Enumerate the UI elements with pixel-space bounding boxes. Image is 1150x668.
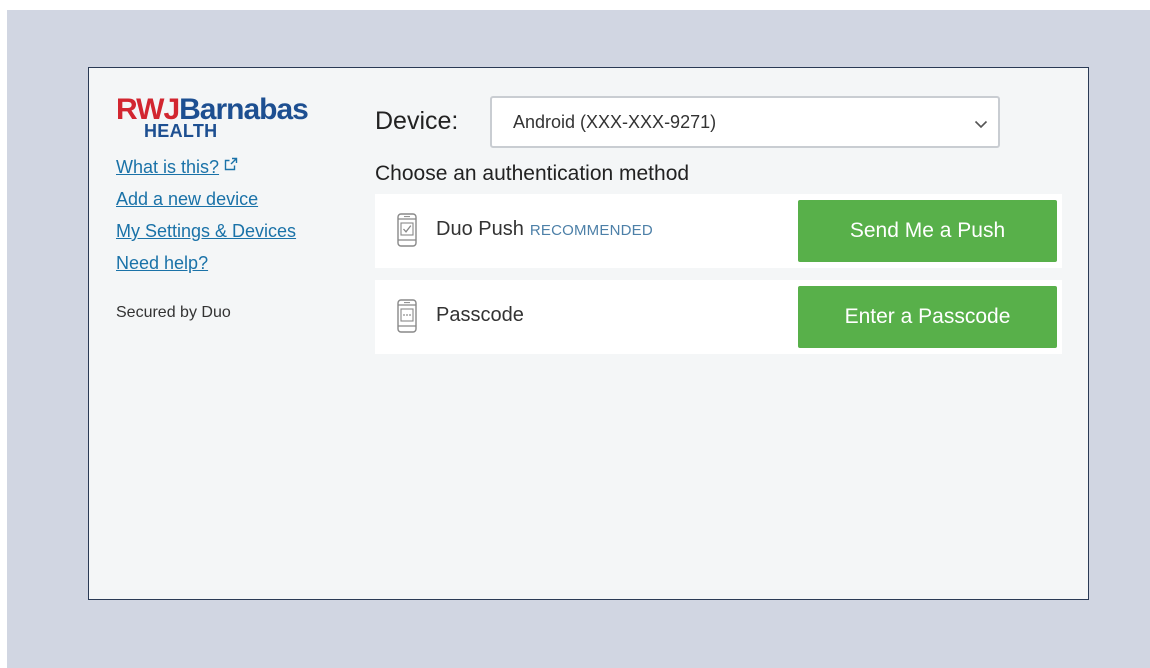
- rwjbarnabas-logo: RWJBarnabas HEALTH: [116, 95, 336, 145]
- external-link-icon: [224, 154, 238, 176]
- passcode-label: Passcode: [436, 304, 524, 326]
- device-label: Device:: [375, 107, 459, 135]
- send-push-button[interactable]: Send Me a Push: [798, 200, 1057, 262]
- chevron-down-icon: [974, 116, 988, 134]
- need-help-link[interactable]: Need help?: [116, 252, 296, 274]
- my-settings-devices-link[interactable]: My Settings & Devices: [116, 220, 296, 242]
- auth-method-heading: Choose an authentication method: [375, 162, 690, 185]
- what-is-this-label: What is this?: [116, 157, 220, 177]
- device-select-value: Android (XXX-XXX-9271): [513, 112, 717, 132]
- duo-auth-frame: RWJBarnabas HEALTH What is this? Add a n…: [88, 67, 1089, 600]
- duo-push-name: Duo Push: [436, 218, 524, 240]
- secured-by-duo-text: Secured by Duo: [116, 304, 231, 321]
- sidebar-links: What is this? Add a new device My Settin…: [116, 154, 296, 284]
- device-select[interactable]: Android (XXX-XXX-9271): [490, 96, 1000, 148]
- enter-passcode-button[interactable]: Enter a Passcode: [798, 286, 1057, 348]
- what-is-this-link[interactable]: What is this?: [116, 154, 296, 178]
- phone-passcode-icon: [397, 299, 417, 338]
- add-new-device-link[interactable]: Add a new device: [116, 188, 296, 210]
- recommended-badge: RECOMMENDED: [529, 222, 653, 239]
- duo-push-row: Duo Push RECOMMENDED Send Me a Push: [375, 194, 1062, 268]
- phone-check-icon: [397, 213, 417, 252]
- duo-push-label: Duo Push RECOMMENDED: [436, 218, 653, 241]
- passcode-row: Passcode Enter a Passcode: [375, 280, 1062, 354]
- logo-health-text: HEALTH: [144, 121, 218, 141]
